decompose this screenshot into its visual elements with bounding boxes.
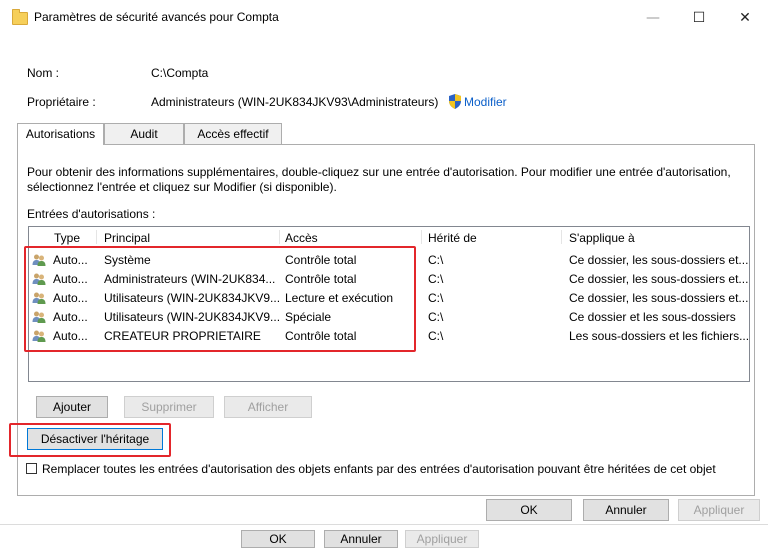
underlying-window-edge [0, 524, 768, 525]
uac-shield-icon [449, 94, 461, 109]
entries-label: Entrées d'autorisations : [27, 207, 156, 221]
title-bar: Paramètres de sécurité avancés pour Comp… [0, 0, 768, 36]
cell-applies-to: Ce dossier, les sous-dossiers et... [569, 291, 749, 305]
cell-inherited-from: C:\ [428, 329, 444, 343]
owner-value: Administrateurs (WIN-2UK834JKV93\Adminis… [151, 95, 439, 109]
tab-audit[interactable]: Audit [104, 123, 184, 144]
column-header-principal[interactable]: Principal [104, 231, 150, 245]
cell-applies-to: Ce dossier, les sous-dossiers et... [569, 272, 749, 286]
name-value: C:\Compta [151, 66, 209, 80]
cell-inherited-from: C:\ [428, 291, 444, 305]
column-header-applies-to[interactable]: S'applique à [569, 231, 635, 245]
ok-button[interactable]: OK [486, 499, 572, 521]
tab-effective-access[interactable]: Accès effectif [184, 123, 282, 144]
cell-applies-to: Ce dossier et les sous-dossiers [569, 310, 736, 324]
tab-permissions[interactable]: Autorisations [17, 123, 104, 145]
add-button[interactable]: Ajouter [36, 396, 108, 418]
remove-button[interactable]: Supprimer [124, 396, 214, 418]
minimize-button[interactable]: — [630, 0, 676, 36]
help-text-line-2: sélectionnez l'entrée et cliquez sur Mod… [27, 180, 337, 194]
cell-inherited-from: C:\ [428, 272, 444, 286]
underlying-cancel-button[interactable]: Annuler [324, 530, 398, 548]
underlying-apply-button[interactable]: Appliquer [405, 530, 479, 548]
apply-button[interactable]: Appliquer [678, 499, 760, 521]
disable-inheritance-button[interactable]: Désactiver l'héritage [27, 428, 163, 450]
owner-change-link[interactable]: Modifier [464, 95, 507, 109]
owner-label: Propriétaire : [27, 95, 96, 109]
underlying-ok-button[interactable]: OK [241, 530, 315, 548]
cell-applies-to: Ce dossier, les sous-dossiers et... [569, 253, 749, 267]
cell-applies-to: Les sous-dossiers et les fichiers... [569, 329, 750, 343]
cell-inherited-from: C:\ [428, 310, 444, 324]
column-header-type[interactable]: Type [54, 231, 80, 245]
close-button[interactable]: ✕ [722, 0, 768, 36]
column-header-access[interactable]: Accès [285, 231, 318, 245]
window-title: Paramètres de sécurité avancés pour Comp… [34, 10, 279, 24]
name-label: Nom : [27, 66, 60, 80]
column-header-inherited-from[interactable]: Hérité de [428, 231, 477, 245]
cancel-button[interactable]: Annuler [583, 499, 669, 521]
view-button[interactable]: Afficher [224, 396, 312, 418]
replace-child-permissions-label: Remplacer toutes les entrées d'autorisat… [42, 462, 716, 476]
maximize-button[interactable]: ☐ [676, 0, 722, 36]
replace-child-permissions-checkbox[interactable] [26, 463, 37, 474]
folder-icon [12, 9, 28, 25]
highlight-box-entries [24, 246, 416, 352]
cell-inherited-from: C:\ [428, 253, 444, 267]
help-text-line-1: Pour obtenir des informations supplément… [27, 165, 731, 179]
